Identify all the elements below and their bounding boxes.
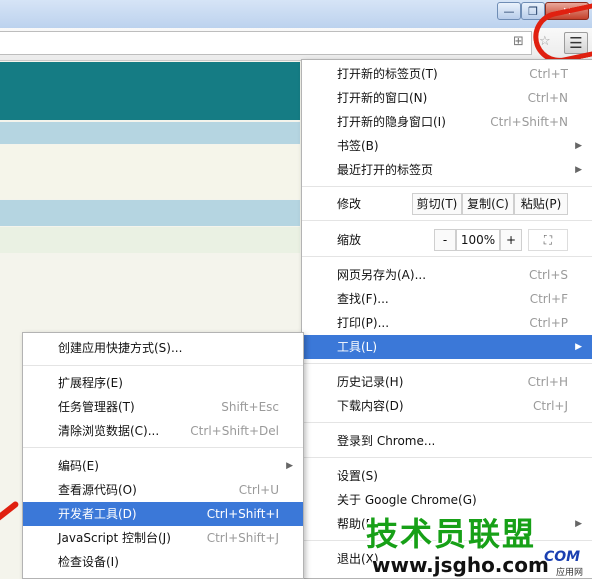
menu-label: 打开新的隐身窗口(I) — [337, 115, 446, 129]
zoom-level: 100% — [456, 229, 500, 251]
menu-item-recent-tabs[interactable]: 最近打开的标签页 ▶ — [302, 158, 592, 182]
minimize-button[interactable]: — — [497, 2, 521, 20]
menu-item-print[interactable]: 打印(P)... Ctrl+P — [302, 311, 592, 335]
menu-shortcut: Ctrl+T — [529, 67, 568, 81]
menu-shortcut: Ctrl+Shift+N — [490, 115, 568, 129]
menu-label: 网页另存为(A)... — [337, 268, 427, 282]
menu-label: 修改 — [337, 197, 362, 211]
menu-shortcut: Ctrl+N — [527, 91, 568, 105]
menu-label: 打开新的窗口(N) — [337, 91, 428, 105]
cut-button[interactable]: 剪切(T) — [412, 193, 462, 215]
menu-item-settings[interactable]: 设置(S) — [302, 464, 592, 488]
menu-item-incognito[interactable]: 打开新的隐身窗口(I) Ctrl+Shift+N — [302, 110, 592, 134]
tools-submenu: 创建应用快捷方式(S)... 扩展程序(E) 任务管理器(T) Shift+Es… — [22, 332, 304, 579]
submenu-item-dev-tools[interactable]: 开发者工具(D) Ctrl+Shift+I — [23, 502, 303, 526]
watermark-title: 技术员联盟 — [366, 515, 537, 553]
submenu-item-js-console[interactable]: JavaScript 控制台(J) Ctrl+Shift+J — [23, 526, 303, 550]
menu-shortcut: Shift+Esc — [221, 400, 279, 414]
zoom-out-button[interactable]: - — [434, 229, 456, 251]
chevron-right-icon: ▶ — [575, 165, 582, 175]
watermark-tag: 应用网 — [556, 568, 584, 578]
menu-label: 缩放 — [337, 233, 362, 247]
menu-shortcut: Ctrl+P — [529, 316, 568, 330]
menu-shortcut: Ctrl+U — [238, 483, 279, 497]
menu-item-signin[interactable]: 登录到 Chrome... — [302, 429, 592, 453]
chevron-right-icon: ▶ — [575, 342, 582, 352]
menu-item-find[interactable]: 查找(F)... Ctrl+F — [302, 287, 592, 311]
menu-label: 任务管理器(T) — [58, 400, 135, 414]
menu-label: JavaScript 控制台(J) — [58, 531, 171, 545]
menu-shortcut: Ctrl+Shift+J — [206, 531, 279, 545]
menu-separator — [23, 447, 303, 448]
menu-label: 清除浏览数据(C)... — [58, 424, 160, 438]
menu-separator — [302, 457, 592, 458]
menu-shortcut: Ctrl+H — [527, 375, 568, 389]
menu-label: 设置(S) — [337, 469, 378, 483]
page-content-area — [0, 145, 300, 199]
menu-label: 查找(F)... — [337, 292, 389, 306]
submenu-item-clear-data[interactable]: 清除浏览数据(C)... Ctrl+Shift+Del — [23, 419, 303, 443]
submenu-item-create-shortcut[interactable]: 创建应用快捷方式(S)... — [23, 336, 303, 360]
menu-label: 工具(L) — [337, 340, 378, 354]
menu-item-new-window[interactable]: 打开新的窗口(N) Ctrl+N — [302, 86, 592, 110]
copy-button[interactable]: 复制(C) — [462, 193, 514, 215]
menu-separator — [302, 256, 592, 257]
submenu-item-task-manager[interactable]: 任务管理器(T) Shift+Esc — [23, 395, 303, 419]
menu-item-downloads[interactable]: 下载内容(D) Ctrl+J — [302, 394, 592, 418]
paste-button[interactable]: 粘贴(P) — [514, 193, 568, 215]
chevron-right-icon: ▶ — [286, 461, 293, 471]
site-watermark: 技术员联盟 www.jsgho.com COM 应用网 — [364, 509, 592, 579]
chevron-right-icon: ▶ — [575, 141, 582, 151]
menu-shortcut: Ctrl+Shift+I — [206, 507, 279, 521]
menu-item-history[interactable]: 历史记录(H) Ctrl+H — [302, 370, 592, 394]
menu-shortcut: Ctrl+S — [528, 268, 568, 282]
menu-shortcut: Ctrl+Shift+Del — [190, 424, 279, 438]
menu-label: 最近打开的标签页 — [337, 163, 434, 177]
watermark-com: COM — [544, 549, 581, 565]
red-annotation-arrow — [0, 500, 20, 530]
menu-separator — [302, 363, 592, 364]
chrome-main-menu: 打开新的标签页(T) Ctrl+T 打开新的窗口(N) Ctrl+N 打开新的隐… — [301, 59, 592, 579]
menu-separator — [302, 422, 592, 423]
page-section-band — [0, 200, 300, 226]
submenu-item-inspect-devices[interactable]: 检查设备(I) — [23, 550, 303, 574]
submenu-item-encoding[interactable]: 编码(E) ▶ — [23, 454, 303, 478]
menu-item-bookmarks[interactable]: 书签(B) ▶ — [302, 134, 592, 158]
menu-label: 查看源代码(O) — [58, 483, 137, 497]
menu-label: 检查设备(I) — [58, 555, 119, 569]
page-row-band — [0, 227, 300, 253]
page-header-band — [0, 62, 300, 120]
zoom-in-button[interactable]: + — [500, 229, 522, 251]
menu-label: 创建应用快捷方式(S)... — [58, 341, 183, 355]
fullscreen-button[interactable]: ⛶ — [528, 229, 568, 251]
menu-label: 书签(B) — [337, 139, 379, 153]
menu-separator — [302, 220, 592, 221]
menu-label: 下载内容(D) — [337, 399, 404, 413]
page-nav-band — [0, 122, 300, 144]
menu-separator — [302, 186, 592, 187]
submenu-item-extensions[interactable]: 扩展程序(E) — [23, 371, 303, 395]
menu-label: 编码(E) — [58, 459, 99, 473]
fullscreen-icon: ⛶ — [543, 233, 553, 247]
translate-icon[interactable]: ⊞ — [513, 34, 524, 49]
menu-label: 开发者工具(D) — [58, 507, 137, 521]
address-bar[interactable] — [0, 31, 532, 55]
menu-shortcut: Ctrl+J — [533, 399, 568, 413]
submenu-item-view-source[interactable]: 查看源代码(O) Ctrl+U — [23, 478, 303, 502]
menu-item-save-as[interactable]: 网页另存为(A)... Ctrl+S — [302, 263, 592, 287]
menu-shortcut: Ctrl+F — [529, 292, 568, 306]
title-bar: — ❐ ✕ — [0, 0, 592, 28]
menu-separator — [23, 365, 303, 366]
menu-label: 打开新的标签页(T) — [337, 67, 438, 81]
browser-toolbar: ⊞ ☆ ☰ — [0, 28, 592, 61]
menu-label: 历史记录(H) — [337, 375, 404, 389]
watermark-url: www.jsgho.com — [372, 553, 549, 577]
menu-label: 打印(P)... — [337, 316, 390, 330]
menu-label: 扩展程序(E) — [58, 376, 123, 390]
menu-item-tools[interactable]: 工具(L) ▶ — [302, 335, 592, 359]
menu-label: 登录到 Chrome... — [337, 434, 436, 448]
menu-item-new-tab[interactable]: 打开新的标签页(T) Ctrl+T — [302, 62, 592, 86]
